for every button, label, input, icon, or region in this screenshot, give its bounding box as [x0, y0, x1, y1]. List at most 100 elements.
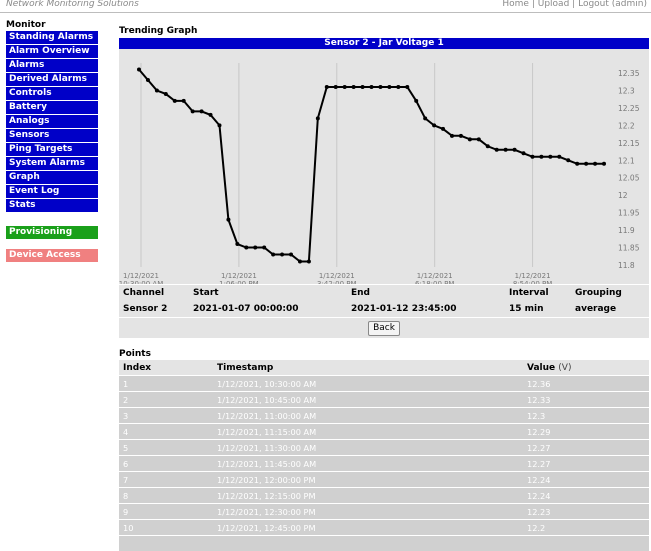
- data-point: [405, 85, 409, 89]
- y-tick-label: 11.95: [618, 209, 640, 218]
- table-row: 51/12/2021, 11:30:00 AM12.27: [119, 440, 649, 456]
- sidebar-item-alarm-overview[interactable]: Alarm Overview: [6, 45, 98, 58]
- value-cell: 12.29: [523, 424, 649, 440]
- y-tick-label: 11.85: [618, 244, 640, 253]
- device-access-button[interactable]: Device Access: [6, 249, 98, 262]
- timestamp-header: Timestamp: [213, 360, 523, 376]
- upload-link[interactable]: Upload: [538, 0, 570, 9]
- graph-title: Sensor 2 - Jar Voltage 1: [119, 38, 649, 49]
- data-point: [182, 99, 186, 103]
- logout-link[interactable]: Logout (admin): [578, 0, 647, 9]
- table-row: 71/12/2021, 12:00:00 PM12.24: [119, 472, 649, 488]
- data-point: [584, 162, 588, 166]
- x-tick-time: 3:42:00 PM: [317, 280, 356, 284]
- sidebar-heading: Monitor: [6, 20, 98, 31]
- provisioning-button[interactable]: Provisioning: [6, 226, 98, 239]
- data-point: [209, 113, 213, 117]
- data-point: [548, 155, 552, 159]
- data-point: [191, 109, 195, 113]
- sidebar-item-battery[interactable]: Battery: [6, 101, 98, 114]
- data-point: [316, 116, 320, 120]
- table-row: 21/12/2021, 10:45:00 AM12.33: [119, 392, 649, 408]
- data-point: [423, 116, 427, 120]
- sidebar-item-stats[interactable]: Stats: [6, 199, 98, 212]
- sidebar-item-standing-alarms[interactable]: Standing Alarms: [6, 31, 98, 44]
- data-point: [477, 137, 481, 141]
- separator: |: [532, 0, 535, 9]
- data-point: [280, 253, 284, 257]
- info-value-row: Sensor 2 2021-01-07 00:00:00 2021-01-12 …: [119, 301, 649, 317]
- value-cell: 12.36: [523, 376, 649, 392]
- data-point: [414, 99, 418, 103]
- sidebar-item-analogs[interactable]: Analogs: [6, 115, 98, 128]
- y-tick-label: 12.2: [618, 121, 635, 130]
- timestamp-cell: 1/12/2021, 10:30:00 AM: [213, 376, 523, 392]
- data-point: [539, 155, 543, 159]
- x-tick-date: 1/12/2021: [319, 272, 355, 280]
- data-point: [146, 78, 150, 82]
- y-tick-label: 12.35: [618, 69, 640, 78]
- back-button[interactable]: Back: [368, 321, 400, 336]
- index-cell: 10: [119, 520, 213, 536]
- sidebar-item-system-alarms[interactable]: System Alarms: [6, 157, 98, 170]
- page-title: Trending Graph: [119, 26, 649, 38]
- index-cell: 2: [119, 392, 213, 408]
- index-cell: 8: [119, 488, 213, 504]
- sidebar-item-alarms[interactable]: Alarms: [6, 59, 98, 72]
- value-cell: 12.2: [523, 520, 649, 536]
- data-point: [361, 85, 365, 89]
- sidebar-item-graph[interactable]: Graph: [6, 171, 98, 184]
- value-cell: 12.24: [523, 488, 649, 504]
- data-point: [289, 253, 293, 257]
- info-header-row: Channel Start End Interval Grouping: [119, 285, 649, 302]
- x-tick-date: 1/12/2021: [417, 272, 453, 280]
- data-point: [244, 246, 248, 250]
- value-cell: 12.27: [523, 456, 649, 472]
- channel-value: Sensor 2: [119, 301, 189, 317]
- points-table: Index Timestamp Value (V) 11/12/2021, 10…: [119, 359, 649, 551]
- home-link[interactable]: Home: [502, 0, 529, 9]
- brand-text: Network Monitoring Solutions: [6, 0, 139, 9]
- x-tick-date: 1/12/2021: [221, 272, 257, 280]
- table-row: [119, 536, 649, 551]
- y-tick-label: 12.3: [618, 86, 635, 95]
- sidebar-item-controls[interactable]: Controls: [6, 87, 98, 100]
- interval-header: Interval: [505, 285, 571, 302]
- timestamp-cell: 1/12/2021, 11:00:00 AM: [213, 408, 523, 424]
- grouping-value: average: [571, 301, 649, 317]
- interval-value: 15 min: [505, 301, 571, 317]
- data-point: [253, 246, 257, 250]
- data-point: [602, 162, 606, 166]
- data-point: [155, 88, 159, 92]
- data-point: [593, 162, 597, 166]
- value-cell: 12.3: [523, 408, 649, 424]
- data-point: [530, 155, 534, 159]
- data-point: [378, 85, 382, 89]
- timestamp-cell: 1/12/2021, 11:15:00 AM: [213, 424, 523, 440]
- table-row: 81/12/2021, 12:15:00 PM12.24: [119, 488, 649, 504]
- top-bar: Network Monitoring Solutions Home | Uplo…: [0, 0, 651, 13]
- index-cell: 7: [119, 472, 213, 488]
- table-row: 101/12/2021, 12:45:00 PM12.2: [119, 520, 649, 536]
- sidebar-item-ping-targets[interactable]: Ping Targets: [6, 143, 98, 156]
- data-point: [566, 158, 570, 162]
- data-point: [513, 148, 517, 152]
- channel-header: Channel: [119, 285, 189, 302]
- end-header: End: [347, 285, 505, 302]
- series-line: [139, 70, 604, 262]
- index-cell: 1: [119, 376, 213, 392]
- data-point: [262, 246, 266, 250]
- x-tick-date: 1/12/2021: [515, 272, 551, 280]
- sidebar-item-sensors[interactable]: Sensors: [6, 129, 98, 142]
- data-point: [504, 148, 508, 152]
- index-cell: 3: [119, 408, 213, 424]
- sidebar-item-derived-alarms[interactable]: Derived Alarms: [6, 73, 98, 86]
- y-tick-label: 12.15: [618, 139, 640, 148]
- value-cell: [523, 536, 649, 551]
- separator: |: [572, 0, 575, 9]
- y-tick-label: 12.25: [618, 104, 640, 113]
- data-point: [298, 260, 302, 264]
- data-point: [173, 99, 177, 103]
- sidebar-item-event-log[interactable]: Event Log: [6, 185, 98, 198]
- table-row: 31/12/2021, 11:00:00 AM12.3: [119, 408, 649, 424]
